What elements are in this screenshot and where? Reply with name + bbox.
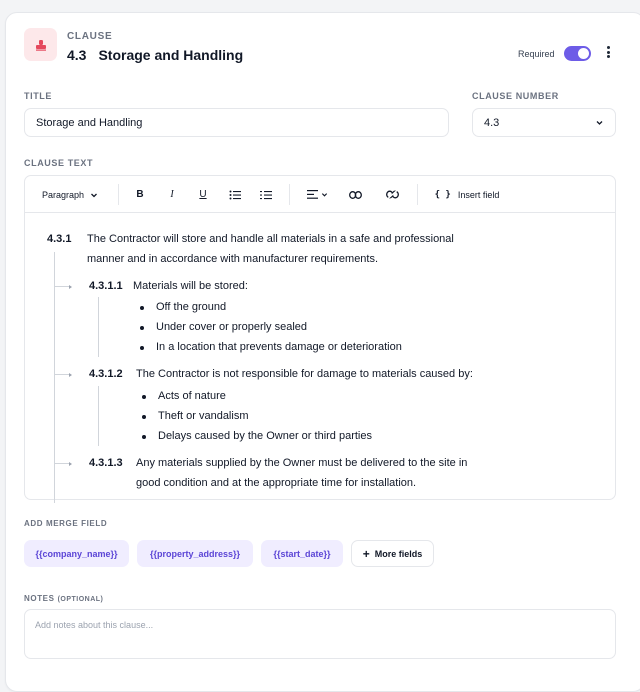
clause-text-line: Any materials supplied by the Owner must… — [136, 457, 468, 469]
clause-number-label: CLAUSE NUMBER — [472, 91, 559, 101]
remove-link-button[interactable] — [382, 176, 402, 213]
clause-text-line: good condition and at the appropriate ti… — [136, 477, 417, 489]
insert-field-label: Insert field — [457, 189, 500, 200]
required-control: Required — [518, 46, 591, 61]
clause-text-line: manner and in accordance with manufactur… — [87, 253, 379, 265]
list-item: In a location that prevents damage or de… — [156, 341, 402, 353]
notes-label: NOTES (OPTIONAL) — [24, 594, 103, 603]
clause-text-label: CLAUSE TEXT — [24, 158, 94, 168]
notes-label-text: NOTES — [24, 594, 55, 603]
paragraph-style-dropdown[interactable]: Paragraph — [35, 176, 105, 213]
more-fields-label: More fields — [374, 548, 423, 559]
required-label: Required — [518, 48, 555, 59]
link-icon — [348, 190, 362, 199]
braces-icon: { } — [434, 189, 451, 200]
numbered-list-icon — [260, 190, 272, 199]
clause-text-line: The Contractor will store and handle all… — [87, 233, 454, 245]
clause-num-4-3-1: 4.3.1 — [47, 233, 72, 245]
page-title: 4.3 Storage and Handling — [67, 47, 243, 63]
list-item: Under cover or properly sealed — [156, 321, 308, 333]
clause-number-value: 4.3 — [484, 116, 500, 129]
insert-field-button[interactable]: { } Insert field — [429, 176, 505, 213]
title-input-value: Storage and Handling — [36, 116, 143, 129]
list-item: Theft or vandalism — [158, 410, 249, 422]
notes-optional-label: (OPTIONAL) — [57, 596, 104, 603]
clause-card: CLAUSE 4.3 Storage and Handling Required … — [5, 12, 640, 692]
notes-placeholder: Add notes about this clause... — [35, 620, 154, 630]
bulleted-list-button[interactable] — [225, 176, 245, 213]
align-left-icon — [306, 190, 318, 199]
list-item: Acts of nature — [158, 390, 226, 402]
clause-num-4-3-1-2: 4.3.1.2 — [89, 368, 123, 380]
title-label: TITLE — [24, 91, 52, 101]
chevron-down-icon — [596, 121, 603, 125]
merge-field-company-name[interactable]: {{company_name}} — [24, 540, 129, 567]
list-item: Off the ground — [156, 301, 227, 313]
clause-number: 4.3 — [67, 47, 87, 63]
clause-number-select[interactable]: 4.3 — [472, 108, 616, 137]
editor-toolbar: Paragraph B I U {} Insert field — [25, 176, 615, 213]
required-toggle[interactable] — [563, 46, 591, 61]
merge-field-label: ADD MERGE FIELD — [24, 519, 108, 528]
clause-text-line: The Contractor is not responsible for da… — [136, 368, 473, 380]
merge-field-start-date[interactable]: {{start_date}} — [261, 540, 343, 567]
chevron-down-icon — [321, 193, 327, 197]
toggle-knob — [577, 48, 589, 59]
merge-field-property-address[interactable]: {{property_address}} — [137, 540, 253, 567]
list-item: Delays caused by the Owner or third part… — [158, 430, 372, 442]
notes-textarea[interactable]: Add notes about this clause... — [24, 609, 616, 659]
clause-num-4-3-1-1: 4.3.1.1 — [89, 280, 123, 292]
unlink-icon — [385, 190, 399, 199]
bulleted-list-icon — [229, 190, 241, 199]
insert-link-button[interactable] — [345, 176, 365, 213]
more-fields-button[interactable]: + More fields — [351, 540, 434, 567]
clause-title-text: Storage and Handling — [98, 47, 244, 63]
title-input[interactable]: Storage and Handling — [24, 108, 449, 137]
numbered-list-button[interactable] — [256, 176, 276, 213]
italic-button[interactable]: I — [162, 176, 182, 213]
paragraph-style-label: Paragraph — [41, 189, 85, 200]
underline-button[interactable]: U — [193, 176, 213, 213]
clause-num-4-3-1-3: 4.3.1.3 — [89, 457, 123, 469]
chevron-down-icon — [91, 193, 97, 197]
clause-eyebrow: CLAUSE — [67, 31, 113, 42]
bold-button[interactable]: B — [130, 176, 150, 213]
stamp-icon — [24, 28, 57, 61]
rich-text-editor[interactable]: Paragraph B I U {} Insert field 4.3.1 T… — [24, 175, 616, 503]
plus-icon: + — [362, 546, 370, 561]
more-vertical-icon[interactable] — [603, 44, 613, 60]
align-dropdown[interactable] — [303, 176, 331, 213]
clause-text-line: Materials will be stored: — [133, 280, 248, 292]
